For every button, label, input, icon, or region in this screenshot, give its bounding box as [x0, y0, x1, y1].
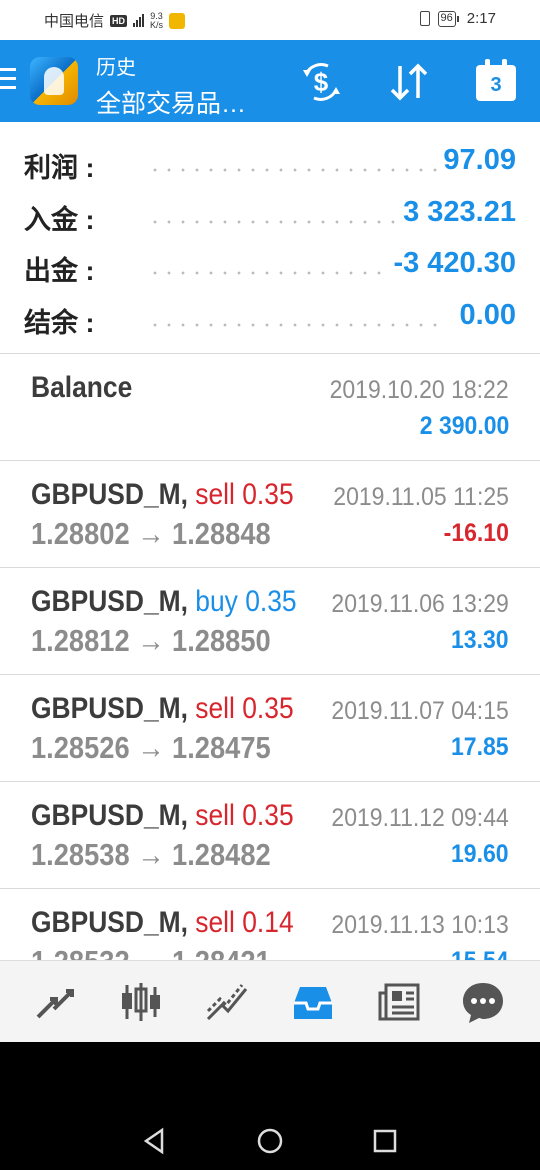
summary-row: 利润 : 97.09: [0, 140, 540, 192]
balance-time: 2019.10.20 18:22: [329, 376, 509, 404]
summary-panel: 利润 : 97.09 入金 : 3 323.21 出金 : -3 420.30 结余 : 0.…: [0, 122, 540, 354]
recents-icon[interactable]: [370, 1126, 400, 1156]
carrier-name: 中国电信: [44, 13, 105, 30]
summary-value: -3 420.30: [387, 247, 516, 280]
deal-symbol-line: GBPUSD_M, sell 0.35: [31, 478, 294, 512]
deal-symbol: GBPUSD_M,: [31, 478, 188, 511]
balance-label: Balance: [31, 371, 133, 404]
bottom-nav: [0, 960, 540, 1042]
system-nav-bar: [0, 1042, 540, 1170]
summary-value: 97.09: [437, 144, 516, 177]
app-bar: 历史 全部交易品… $ 3: [0, 40, 540, 122]
deal-profit: 17.85: [451, 733, 509, 761]
menu-icon[interactable]: [0, 68, 18, 94]
clock: 2:17: [466, 10, 496, 27]
deal-side: sell 0.35: [195, 799, 294, 832]
deal-row[interactable]: GBPUSD_M, sell 0.14 1.28532 → 1.28421 2019…: [0, 889, 540, 960]
deal-profit: 19.60: [451, 840, 509, 868]
trade-chart-icon[interactable]: [204, 979, 250, 1025]
hd-badge: HD: [110, 14, 128, 27]
summary-row: 出金 : -3 420.30: [0, 243, 540, 295]
deal-profit: -16.10: [443, 519, 509, 547]
summary-value: 0.00: [453, 298, 516, 332]
deal-side: sell 0.35: [195, 478, 294, 511]
battery-level: 96: [437, 10, 456, 27]
deal-time: 2019.11.12 09:44: [331, 804, 509, 832]
chat-icon[interactable]: [460, 979, 506, 1025]
deal-side: sell 0.14: [195, 906, 294, 939]
summary-value: 3 323.21: [397, 195, 516, 229]
deal-symbol-line: GBPUSD_M, sell 0.35: [31, 692, 294, 726]
deal-symbol: GBPUSD_M,: [31, 799, 188, 832]
summary-label: 出金 :: [24, 256, 95, 286]
summary-label: 利润 :: [24, 153, 95, 183]
dotted-leader: [148, 168, 440, 172]
deal-side: buy 0.35: [195, 585, 297, 618]
deals-list: GBPUSD_M, sell 0.35 1.28802 → 1.28848 2019…: [0, 461, 540, 960]
currency-exchange-icon[interactable]: $: [298, 60, 344, 104]
status-bar: 中国电信 HD 9.3 K/s 96 2:17: [0, 0, 540, 40]
quotes-arrows-icon[interactable]: [32, 979, 78, 1025]
speed-unit: K/s: [150, 19, 164, 30]
summary-row: 结余 : 0.00: [0, 295, 540, 347]
deal-prices: 1.28802 → 1.28848: [31, 516, 271, 551]
deal-prices: 1.28526 → 1.28475: [31, 730, 271, 765]
summary-row: 入金 : 3 323.21: [0, 192, 540, 244]
deal-symbol: GBPUSD_M,: [31, 906, 188, 939]
balance-amount: 2 390.00: [419, 412, 509, 440]
deal-row[interactable]: GBPUSD_M, sell 0.35 1.28538 → 1.28482 2019…: [0, 782, 540, 889]
deal-time: 2019.11.06 13:29: [331, 590, 509, 618]
deal-symbol: GBPUSD_M,: [31, 692, 188, 725]
deal-side: sell 0.35: [195, 692, 294, 725]
deal-time: 2019.11.07 04:15: [331, 697, 509, 725]
deal-symbol-line: GBPUSD_M, sell 0.14: [31, 906, 294, 940]
notification-app-icon: [169, 12, 186, 29]
back-icon[interactable]: [140, 1126, 170, 1156]
deal-symbol-line: GBPUSD_M, sell 0.35: [31, 799, 294, 833]
deal-row[interactable]: GBPUSD_M, buy 0.35 1.28812 → 1.28850 2019.…: [0, 568, 540, 675]
calendar-icon[interactable]: 3: [476, 59, 516, 101]
vibrate-icon: [419, 11, 430, 26]
deal-symbol-line: GBPUSD_M, buy 0.35: [31, 585, 297, 619]
sort-icon[interactable]: [386, 60, 432, 104]
deal-profit: 15.54: [451, 947, 509, 960]
status-right: 96 2:17: [419, 10, 496, 27]
summary-label: 入金 :: [24, 204, 95, 235]
news-icon[interactable]: [376, 979, 422, 1025]
balance-entry[interactable]: Balance 2019.10.20 18:22 2 390.00: [0, 354, 540, 461]
deal-profit: 13.30: [451, 626, 509, 654]
page-title: 历史: [96, 57, 136, 79]
home-icon[interactable]: [255, 1126, 285, 1156]
deal-time: 2019.11.13 10:13: [331, 911, 509, 939]
deal-row[interactable]: GBPUSD_M, sell 0.35 1.28802 → 1.28848 2019…: [0, 461, 540, 568]
signal-icon: [133, 14, 145, 27]
history-content[interactable]: 利润 : 97.09 入金 : 3 323.21 出金 : -3 420.30 结余 : 0.…: [0, 122, 540, 960]
symbol-filter[interactable]: 全部交易品…: [96, 84, 246, 120]
dotted-leader: [148, 322, 440, 327]
deal-row[interactable]: GBPUSD_M, sell 0.35 1.28526 → 1.28475 2019…: [0, 675, 540, 782]
status-left: 中国电信 HD 9.3 K/s: [44, 10, 186, 31]
deal-time: 2019.11.05 11:25: [333, 483, 509, 511]
calendar-day: 3: [490, 74, 502, 96]
network-speed: 9.3 K/s: [150, 11, 164, 30]
deal-prices: 1.28532 → 1.28421: [31, 944, 271, 960]
history-inbox-icon[interactable]: [290, 979, 336, 1025]
app-logo[interactable]: [30, 57, 78, 105]
deal-prices: 1.28538 → 1.28482: [31, 837, 271, 872]
svg-text:$: $: [314, 67, 329, 97]
summary-label: 结余 :: [24, 307, 95, 338]
battery-icon: 96: [437, 10, 459, 27]
candlestick-chart-icon[interactable]: [118, 979, 164, 1025]
deal-prices: 1.28812 → 1.28850: [31, 623, 271, 658]
deal-symbol: GBPUSD_M,: [31, 585, 188, 618]
